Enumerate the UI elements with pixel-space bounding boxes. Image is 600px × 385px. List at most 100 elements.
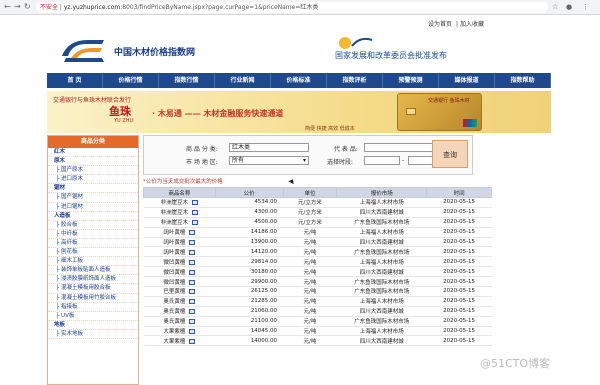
- menu-icon[interactable]: ⋮: [582, 2, 589, 12]
- sidebar-item[interactable]: 红木: [48, 148, 138, 158]
- star-icon[interactable]: ☆: [552, 2, 558, 12]
- cell-name[interactable]: 微凹黄檀: [143, 276, 216, 288]
- back-icon[interactable]: ←: [4, 2, 11, 12]
- nav-media-report[interactable]: 媒体报道: [439, 73, 495, 88]
- nav-index-market[interactable]: 指数行情: [159, 73, 215, 88]
- nav-warning-forecast[interactable]: 预警预测: [383, 73, 439, 88]
- sidebar-item[interactable]: ├ 刨花板: [48, 248, 138, 258]
- chart-link-icon[interactable]: [189, 319, 196, 325]
- nav-price-market[interactable]: 价格行情: [103, 73, 159, 88]
- sidebar-item[interactable]: ├ 指接板: [48, 303, 138, 312]
- cell-name-text[interactable]: 阔叶黄檀: [163, 240, 185, 246]
- chart-link-icon[interactable]: [189, 279, 196, 285]
- category-input[interactable]: 红木类: [229, 143, 309, 152]
- nav-industry-news[interactable]: 行业新闻: [215, 73, 271, 88]
- cell-name[interactable]: 奥氏黄檀: [143, 306, 216, 317]
- sidebar-item[interactable]: 原木: [48, 157, 138, 167]
- cell-name[interactable]: 非洲崖豆木: [143, 217, 216, 228]
- chart-link-icon[interactable]: [189, 259, 196, 265]
- cell-name[interactable]: 微凹黄檀: [143, 256, 216, 268]
- nav-price-standard[interactable]: 价格标准: [271, 73, 327, 88]
- cell-price: 30180.00: [215, 266, 284, 278]
- nav-index-analysis[interactable]: 指数评析: [327, 73, 383, 88]
- cell-name[interactable]: 微凹黄檀: [143, 266, 216, 278]
- cell-name[interactable]: 非洲崖豆木: [143, 207, 216, 218]
- sidebar-item[interactable]: ├ 国产原木: [48, 166, 138, 176]
- chart-link-icon[interactable]: [189, 240, 196, 245]
- cell-name[interactable]: 阔叶黄檀: [143, 237, 216, 248]
- chart-link-icon[interactable]: [189, 289, 196, 295]
- cell-name-text[interactable]: 微凹黄檀: [163, 260, 185, 266]
- chart-link-icon[interactable]: [192, 210, 199, 216]
- cell-name[interactable]: 阔叶黄檀: [143, 246, 216, 258]
- promo-banner[interactable]: 交通银行与鱼珠木材联合发行 鱼珠 YU ZHU · 木易通 —— 木材金融服务快…: [47, 91, 551, 133]
- sidebar-item[interactable]: 地板: [48, 321, 138, 330]
- cell-name-text[interactable]: 非洲崖豆木: [161, 220, 189, 226]
- sidebar-item[interactable]: ├ 装饰单板贴面人造板: [48, 266, 138, 276]
- sidebar-item[interactable]: ├ 混凝土模板用胶合板: [48, 284, 138, 294]
- sidebar-item[interactable]: ├ UV板: [48, 312, 138, 321]
- cell-name-text[interactable]: 阔叶黄檀: [163, 250, 185, 256]
- cell-name[interactable]: 非洲崖豆木: [143, 197, 216, 208]
- cell-name-text[interactable]: 微凹黄檀: [163, 270, 185, 276]
- set-homepage-link[interactable]: 设为首页: [428, 21, 452, 28]
- sidebar-item[interactable]: ├ 细木工板: [48, 257, 138, 267]
- sidebar-item[interactable]: ├ 浸渍胶膜纸饰面人造板: [48, 275, 138, 285]
- sidebar-item[interactable]: ├ 混凝土模板用竹胶合板: [48, 294, 138, 303]
- address-bar[interactable]: 不安全 | yz.yuzhuprice.com:8003/findPriceBy…: [36, 2, 548, 13]
- chart-link-icon[interactable]: [189, 338, 196, 344]
- chart-link-icon[interactable]: [189, 249, 196, 255]
- query-button[interactable]: 查询: [432, 140, 468, 168]
- sidebar-item[interactable]: 锯材: [48, 184, 138, 194]
- cell-price-text: 29814.00: [250, 258, 278, 265]
- sidebar-item[interactable]: ├ 中纤板: [48, 230, 138, 239]
- account-icon[interactable]: ●: [566, 2, 572, 12]
- cell-name[interactable]: 阔叶黄檀: [143, 227, 216, 238]
- cell-market-text: 广东鱼珠国际木材市场: [354, 220, 410, 227]
- sidebar-item[interactable]: ├ 实木地板: [48, 330, 138, 339]
- cell-name-text[interactable]: 大果紫檀: [163, 329, 185, 335]
- cell-name-text[interactable]: 阔叶黄檀: [163, 230, 185, 236]
- cell-market-text: 四川大西南建材城: [359, 240, 404, 246]
- sidebar-item[interactable]: ├ 进口原木: [48, 175, 138, 185]
- sidebar-item[interactable]: ├ 进口锯材: [48, 203, 138, 212]
- cell-name-text[interactable]: 巴里黄檀: [163, 289, 185, 295]
- cell-price-text: 29900.00: [250, 278, 278, 285]
- chart-link-icon[interactable]: [189, 309, 196, 315]
- forward-icon[interactable]: →: [14, 2, 21, 12]
- banner-title: · 木易通 —— 木材金融服务快速通道: [152, 109, 284, 118]
- chart-link-icon[interactable]: [192, 200, 199, 206]
- browser-toolbar: ← → ↻ 不安全 | yz.yuzhuprice.com:8003/findP…: [0, 0, 600, 15]
- cell-name-text[interactable]: 奥氏黄檀: [163, 299, 185, 305]
- cell-name[interactable]: 巴里黄檀: [143, 286, 216, 297]
- cell-name-text[interactable]: 非洲崖豆木: [161, 210, 189, 216]
- cell-name-text[interactable]: 微凹黄檀: [163, 280, 185, 286]
- market-select[interactable]: 所有 ▾: [229, 156, 309, 165]
- banner-logo-sub: YU ZHU: [114, 118, 134, 124]
- chart-link-icon[interactable]: [189, 299, 196, 305]
- reload-icon[interactable]: ↻: [24, 2, 31, 12]
- cell-name[interactable]: 奥氏黄檀: [143, 296, 216, 307]
- cell-name-text[interactable]: 奥氏黄檀: [163, 309, 185, 315]
- add-favorite-link[interactable]: 加入收藏: [460, 21, 484, 28]
- nav-index-help[interactable]: 指数帮助: [495, 73, 551, 88]
- cell-name-text[interactable]: 奥氏黄檀: [163, 319, 185, 325]
- search-panel: 商 品 分 类: 红木类 代 表 品: 市 场 地 区: 所有 ▾ 选择时段: …: [143, 135, 473, 175]
- chart-link-icon[interactable]: [189, 329, 196, 335]
- sidebar-item[interactable]: ├ 国产锯材: [48, 193, 138, 203]
- date-start-input[interactable]: [364, 156, 400, 165]
- chart-link-icon[interactable]: [189, 269, 196, 275]
- chart-link-icon[interactable]: [192, 220, 199, 226]
- chart-link-icon[interactable]: [189, 230, 196, 236]
- cell-price-text: 4500.00: [254, 219, 278, 226]
- cell-market-text: 广东鱼珠国际木材市场: [354, 289, 410, 296]
- cell-name[interactable]: 大果紫檀: [143, 326, 216, 337]
- sidebar-item[interactable]: 人造板: [48, 212, 138, 221]
- sidebar-item[interactable]: ├ 胶合板: [48, 221, 138, 230]
- cell-name[interactable]: 大果紫檀: [143, 335, 216, 347]
- cell-name-text[interactable]: 非洲崖豆木: [161, 200, 189, 206]
- cell-name-text[interactable]: 大果紫檀: [163, 339, 185, 345]
- sidebar-item[interactable]: ├ 高纤板: [48, 239, 138, 249]
- nav-home[interactable]: 首 页: [47, 73, 103, 88]
- cell-name[interactable]: 奥氏黄檀: [143, 316, 216, 327]
